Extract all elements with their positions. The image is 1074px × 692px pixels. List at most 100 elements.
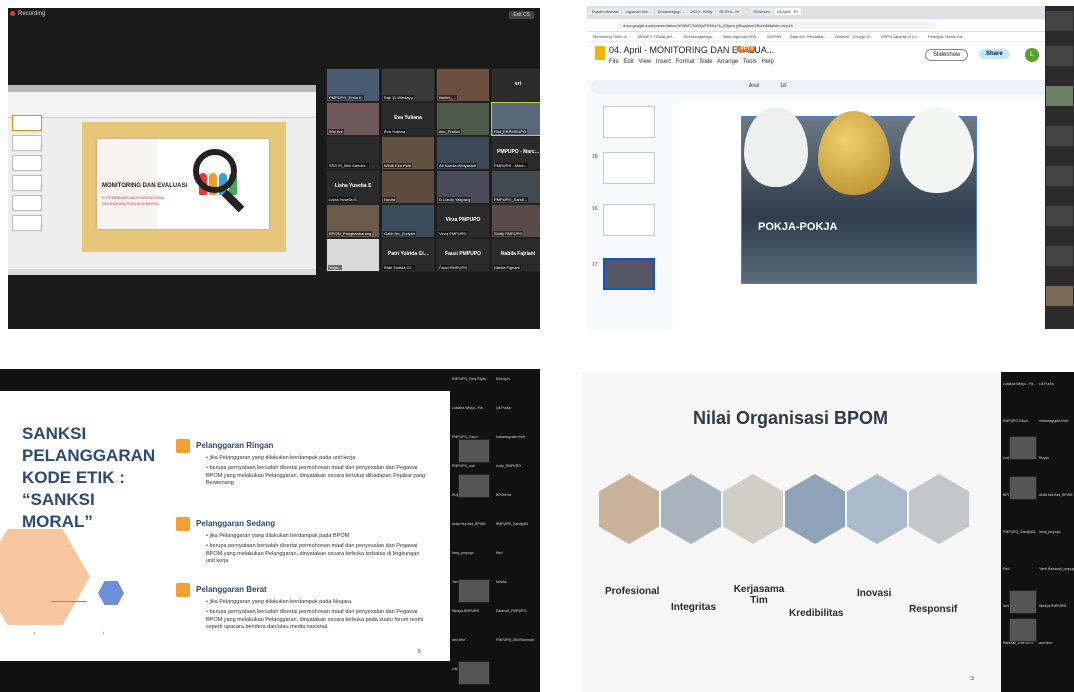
participant-name: D.Lianto Yaspang [438,197,472,202]
ppt-thumb[interactable] [12,175,42,191]
browser-tab[interactable]: 04 April - Ri [773,8,801,15]
avatar[interactable]: L [1025,48,1039,62]
participant-name: Fauzi PMPUPO [438,265,469,270]
participant-gallery: Lusiana Widyo - Pa... Lili Purba PMPUPO Fa… [1001,372,1074,692]
participant-tile[interactable]: Windi Eka Putri [381,136,435,170]
participant-tile[interactable]: Eva Yuliana Eva Yuliana [381,102,435,136]
share-button[interactable]: Share [979,49,1010,59]
participant-name: Patri Yulrida Gi... [383,265,415,270]
participant-tile[interactable]: Virza PMPUPO Virza PMPUPO [436,204,490,238]
participant-tile[interactable]: Lisha Yusetia S Lisha Yusetia S [326,170,380,204]
font-size[interactable]: 18 [780,83,786,89]
slide-canvas[interactable]: POKJA-POKJA [673,102,1043,329]
toolbar[interactable]: Arial 18 [591,80,1070,94]
menu-bar[interactable]: File Edit View Insert Format Slide Arran… [609,59,774,65]
bookmark-link[interactable]: Direktoratpengu... [684,34,716,39]
photo-hexagon [661,474,721,544]
participant-tile[interactable]: Shitfy PMPUPO [491,204,540,238]
browser-tab[interactable]: 00 Fed - Hl [716,8,743,15]
participant-tile[interactable]: eri [491,68,540,102]
participant-name: Lili Purba [1039,382,1054,386]
ppt-statusbar [8,269,316,275]
zoom-meeting-panel-4: Nilai Organisasi BPOM Profesional Integr… [581,372,1074,692]
participant-tile[interactable]: Novita [381,170,435,204]
browser-tab[interactable] [743,11,750,13]
ppt-thumb[interactable] [12,215,42,231]
font-select[interactable]: Arial [749,83,759,89]
bookmarks-bar: Monitoring Tukin di... MONEY TRANLAH... Di… [587,32,1074,42]
participant-name: Red [496,551,503,555]
participant-tile[interactable]: PMPUPO_Ersta K. [326,68,380,102]
browser-tab[interactable]: Layanan Ins... [622,8,654,15]
bookmark-link[interactable]: KPPN Jakarta VI (Li... [881,34,920,39]
participant-tile[interactable]: PMPUPO - Marc... PMPUPO - Marc... [491,136,540,170]
slides-header: 04. April - MONITORING DAN EVALUA... .PP… [587,42,1074,80]
browser-tab[interactable]: 05 Absen [750,8,773,15]
slide-thumb[interactable] [603,204,655,236]
ppt-slide: MONITORING DAN EVALUASI P. PEMBINAAN INT… [97,139,269,229]
participant-name: BPOM_Pangkanbarong [328,231,373,236]
browser-tab[interactable]: Pusat Infomasi [589,8,622,15]
ppt-thumb[interactable] [12,135,42,151]
egg-shape [900,107,974,193]
participant-video [458,439,490,463]
participant-tile[interactable]: Patri Yulrida Gi... Patri Yulrida Gi... [381,238,435,272]
ppt-ribbon[interactable] [8,92,316,118]
participant-tile[interactable]: Ati Nanda Widyastuti [436,136,490,170]
browser-tab[interactable]: 2023 - Detly [687,8,716,15]
section-heading: Pelanggaran Berat [196,585,267,594]
participant-name: Eva Yuliana [383,129,407,134]
browser-tab[interactable]: Dhoammpup... [654,8,687,15]
participant-name: PMPUPO_Dani Riyan [452,377,487,381]
participant-tile[interactable]: Rini_ERPMPUPO [491,102,540,136]
address-bar[interactable]: docs.google.com/presentation/d/1l2kF7HKB… [587,19,1074,32]
slide-text: POKJA-POKJA [758,221,838,233]
ppt-thumb[interactable] [12,195,42,211]
participant-tile[interactable]: Kartini_... [436,68,490,102]
slide-filmstrip: 15 16 17 [587,102,667,329]
participant-name: Red [1003,567,1010,571]
ppt-thumb[interactable] [12,155,42,171]
slide-thumb[interactable] [603,152,655,184]
slideshow-button[interactable]: Slideshow [925,49,969,61]
slide-number: 17 [592,262,598,268]
participant-strip [1045,6,1074,329]
participant-name: Ati Nanda Widyastuti [438,163,478,168]
participant-tile [1046,246,1073,266]
participant-video [458,661,490,685]
slide-thumb[interactable] [603,106,655,138]
participant-tile[interactable]: SFD Pt_Dini Sanuth... [326,136,380,170]
participant-tile[interactable]: D.Lianto Yaspang [436,170,490,204]
value-label: Responsif [909,604,958,615]
bookmark-link[interactable]: Absensi - Google D... [835,34,873,39]
participant-tile[interactable]: PMPUPO_Sandi... [491,170,540,204]
ppt-canvas[interactable]: MONITORING DAN EVALUASI P. PEMBINAAN INT… [82,122,286,252]
participant-name: Anita Nur Aini_BPOM [452,522,486,526]
slides-logo-icon[interactable] [595,46,605,60]
participant-tile[interactable]: Iina_Pratiwi [436,102,490,136]
participant-tile[interactable]: Fauzi PMPUPO Fauzi PMPUPO [436,238,490,272]
bookmark-link[interactable]: Buku Agenda KPA... [723,34,759,39]
participant-tile[interactable]: Yoga... [326,238,380,272]
participant-tile[interactable]: Fajr 11 Windayu [381,68,435,102]
document-icon [176,439,190,453]
bookmark-link[interactable]: MONEY TRANLAH... [638,34,676,39]
participant-tile[interactable]: BPOM_Pangkanbarong [326,204,380,238]
section-text: • berupa pernyataan bersalah disertai pe… [206,609,424,630]
url-field[interactable]: docs.google.com/presentation/d/1l2kF7HKB… [617,22,937,29]
bookmark-link[interactable]: Data Diri Pendaftar... [790,34,827,39]
slide-thumb-selected[interactable] [603,258,655,290]
bookmark-link[interactable]: DIGPAY [767,34,782,39]
photo-hexagon [599,474,659,544]
ppt-thumb[interactable] [12,115,42,131]
participant-name: Irma_pmpupo [1039,530,1061,534]
participant-tile[interactable]: Nabila Fajriani Nabila Fajriani [491,238,540,272]
eggs-image[interactable]: POKJA-POKJA [741,107,977,284]
participant-tile[interactable]: Dini Ani [326,102,380,136]
bookmark-link[interactable]: Petunjuk Teknis SA... [928,34,966,39]
participant-tile [1046,286,1073,306]
participant-name: Novita [496,580,506,584]
exit-button[interactable]: Exit CS [509,11,534,19]
participant-tile[interactable]: Galih Nu_Zuriyah [381,204,435,238]
bookmark-link[interactable]: Monitoring Tukin di... [593,34,630,39]
